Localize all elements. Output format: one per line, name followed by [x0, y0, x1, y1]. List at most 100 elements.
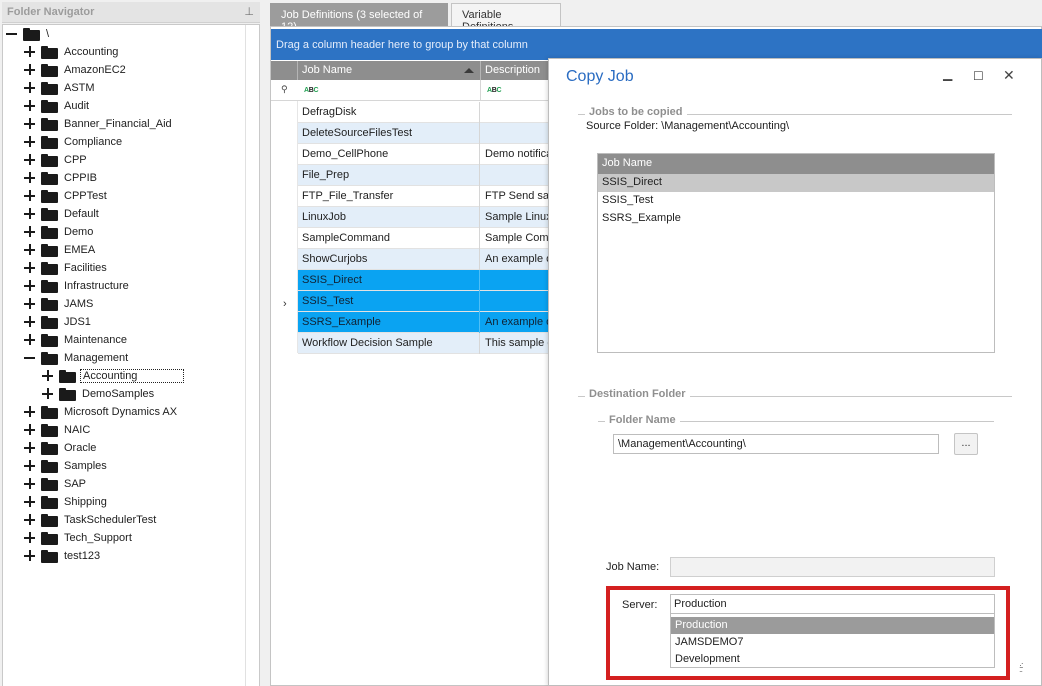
job-name-cell[interactable]: DeleteSourceFilesTest [298, 123, 480, 144]
description-cell[interactable]: FTP Send sam [481, 186, 550, 207]
tree-node[interactable]: Demo [24, 223, 95, 241]
tree-node[interactable]: Maintenance [24, 331, 129, 349]
column-header-description[interactable]: Description [481, 61, 551, 80]
list-item[interactable]: SSRS_Example [598, 210, 994, 228]
resize-grip-icon[interactable]: ·::: [1019, 661, 1023, 674]
tree-node[interactable]: TaskSchedulerTest [24, 511, 158, 529]
expand-icon[interactable] [24, 190, 36, 202]
job-name-cell[interactable]: File_Prep [298, 165, 480, 186]
table-row[interactable]: Workflow Decision Sample This sample d [298, 333, 550, 354]
column-header-job-name[interactable]: Job Name [298, 61, 481, 80]
table-row[interactable]: SSRS_Example An example o [298, 312, 550, 333]
sort-ascending-icon[interactable] [464, 68, 474, 73]
table-row[interactable]: SSIS_Test [298, 291, 550, 312]
expand-icon[interactable] [24, 172, 36, 184]
description-cell[interactable] [481, 270, 550, 291]
expand-icon[interactable] [24, 424, 36, 436]
description-cell[interactable]: Sample Linux [481, 207, 550, 228]
table-row[interactable]: Demo_CellPhone Demo notifica [298, 144, 550, 165]
expand-icon[interactable] [24, 226, 36, 238]
job-name-cell[interactable]: ShowCurjobs [298, 249, 480, 270]
tree-node[interactable]: Compliance [24, 133, 124, 151]
tree-node[interactable]: Microsoft Dynamics AX [24, 403, 179, 421]
expand-icon[interactable] [24, 514, 36, 526]
expand-icon[interactable] [24, 478, 36, 490]
tree-node[interactable]: Infrastructure [24, 277, 131, 295]
tree-node[interactable]: SAP [24, 475, 88, 493]
table-row[interactable]: ShowCurjobs An example o [298, 249, 550, 270]
tree-node[interactable]: ASTM [24, 79, 97, 97]
description-cell[interactable]: An example o [481, 312, 550, 333]
tree-node[interactable]: Accounting [42, 367, 184, 385]
tree-node[interactable]: JAMS [24, 295, 95, 313]
jobs-list-header[interactable]: Job Name [598, 154, 994, 174]
list-item[interactable]: SSIS_Test [598, 192, 994, 210]
table-row[interactable]: File_Prep [298, 165, 550, 186]
description-cell[interactable] [481, 123, 550, 144]
tree-node[interactable]: JDS1 [24, 313, 93, 331]
maximize-icon[interactable]: ☐ [973, 69, 984, 83]
job-name-input[interactable] [670, 557, 995, 577]
expand-icon[interactable] [24, 298, 36, 310]
job-name-cell[interactable]: SSIS_Direct [298, 270, 480, 291]
tree-node[interactable]: Management [24, 349, 130, 367]
expand-icon[interactable] [24, 532, 36, 544]
expand-icon[interactable] [24, 100, 36, 112]
expand-icon[interactable] [24, 460, 36, 472]
expand-icon[interactable] [24, 118, 36, 130]
table-row[interactable]: LinuxJob Sample Linux [298, 207, 550, 228]
tree-node-root[interactable]: \ [6, 25, 51, 43]
tree-node[interactable]: Oracle [24, 439, 98, 457]
expand-icon[interactable] [24, 550, 36, 562]
tree-node[interactable]: Default [24, 205, 101, 223]
filter-cell-job-name[interactable]: ABC [298, 80, 481, 100]
expand-icon[interactable] [24, 406, 36, 418]
tree-node[interactable]: CPP [24, 151, 89, 169]
tab-job-definitions[interactable]: Job Definitions (3 selected of 12) [270, 3, 448, 33]
tree-scrollbar[interactable] [245, 25, 259, 686]
job-name-cell[interactable]: Workflow Decision Sample [298, 333, 480, 354]
table-row[interactable]: FTP_File_TransferFTP Send sam [298, 186, 550, 207]
job-name-cell[interactable]: SSIS_Test [298, 291, 480, 312]
expand-icon[interactable] [24, 334, 36, 346]
description-cell[interactable]: An example o [481, 249, 550, 270]
tree-node[interactable]: Audit [24, 97, 91, 115]
tree-node[interactable]: EMEA [24, 241, 97, 259]
list-item[interactable]: SSIS_Direct [598, 174, 994, 192]
tree-node[interactable]: Shipping [24, 493, 109, 511]
tree-node[interactable]: CPPTest [24, 187, 109, 205]
job-name-cell[interactable]: SampleCommand [298, 228, 480, 249]
tree-node[interactable]: DemoSamples [42, 385, 156, 403]
tree-node[interactable]: AmazonEC2 [24, 61, 128, 79]
description-cell[interactable] [481, 102, 550, 123]
group-by-panel[interactable]: Drag a column header here to group by th… [271, 29, 1042, 60]
description-cell[interactable]: Demo notifica [481, 144, 550, 165]
collapse-icon[interactable] [6, 28, 18, 40]
expand-icon[interactable] [24, 280, 36, 292]
tree-node[interactable]: Samples [24, 457, 109, 475]
tree-node[interactable]: CPPIB [24, 169, 99, 187]
description-cell[interactable]: Sample Comm [481, 228, 550, 249]
tree-node[interactable]: Facilities [24, 259, 109, 277]
expand-icon[interactable] [24, 136, 36, 148]
description-cell[interactable] [481, 165, 550, 186]
expand-icon[interactable] [24, 154, 36, 166]
job-name-cell[interactable]: FTP_File_Transfer [298, 186, 480, 207]
job-name-cell[interactable]: LinuxJob [298, 207, 480, 228]
table-row[interactable]: DefragDisk [298, 102, 550, 123]
expand-icon[interactable] [42, 370, 54, 382]
job-name-cell[interactable]: DefragDisk [298, 102, 480, 123]
table-row[interactable]: SSIS_Direct [298, 270, 550, 291]
tree-node[interactable]: NAIC [24, 421, 92, 439]
table-row[interactable]: SampleCommandSample Comm [298, 228, 550, 249]
destination-folder-input[interactable]: \Management\Accounting\ [613, 434, 939, 454]
expand-icon[interactable] [24, 64, 36, 76]
tree-node[interactable]: Accounting [24, 43, 120, 61]
expand-icon[interactable] [24, 262, 36, 274]
minimize-icon[interactable]: ▁ [943, 67, 952, 81]
description-cell[interactable]: This sample d [481, 333, 550, 354]
expand-icon[interactable] [24, 46, 36, 58]
pin-icon[interactable]: ⊥ [244, 5, 254, 18]
expand-icon[interactable] [24, 244, 36, 256]
expand-icon[interactable] [42, 388, 54, 400]
